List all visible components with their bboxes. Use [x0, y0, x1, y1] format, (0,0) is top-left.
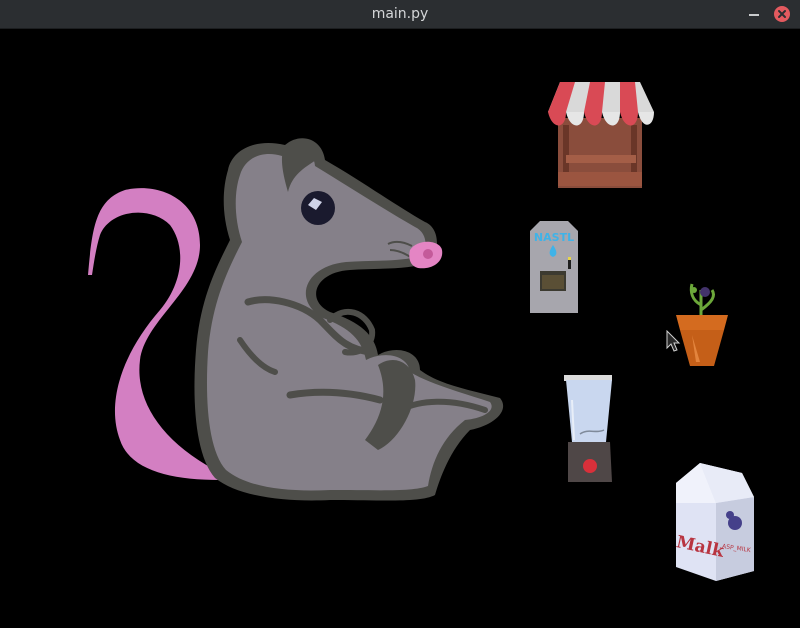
mouse-cursor-icon	[666, 330, 681, 352]
rat-sprite[interactable]	[80, 129, 520, 549]
shop-stall-icon[interactable]	[545, 78, 657, 190]
window-titlebar[interactable]: main.py	[0, 0, 800, 29]
close-icon[interactable]	[774, 6, 790, 22]
water-dispenser-label: NASTL	[533, 231, 575, 244]
blender-icon[interactable]	[560, 372, 620, 486]
window-title: main.py	[371, 6, 429, 22]
game-canvas[interactable]: NASTL Malk ASP_MILK	[0, 29, 800, 628]
minimize-icon[interactable]	[746, 6, 762, 22]
water-dispenser-icon[interactable]: NASTL	[528, 219, 580, 315]
potted-plant-icon[interactable]	[672, 278, 732, 370]
milk-carton-icon[interactable]: Malk ASP_MILK	[672, 463, 756, 581]
